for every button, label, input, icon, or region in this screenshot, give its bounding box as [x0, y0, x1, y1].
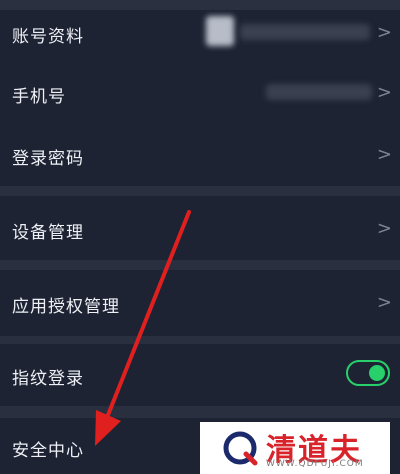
- section-divider: [0, 186, 400, 196]
- row-label: 设备管理: [12, 223, 84, 243]
- section-divider: [0, 260, 400, 270]
- fingerprint-login-toggle[interactable]: [346, 360, 390, 386]
- settings-row-login-password[interactable]: 登录密码 >: [0, 124, 400, 186]
- row-label: 应用授权管理: [12, 297, 120, 317]
- settings-row-device-management[interactable]: 设备管理 >: [0, 196, 400, 260]
- settings-row-app-authorization[interactable]: 应用授权管理 >: [0, 270, 400, 336]
- chevron-right-icon: >: [376, 218, 392, 239]
- watermark-url: WWW.QDFUJI.COM: [266, 459, 364, 469]
- settings-row-fingerprint-login: 指纹登录: [0, 344, 400, 406]
- row-label: 登录密码: [12, 149, 84, 169]
- chevron-right-icon: >: [376, 82, 392, 103]
- chevron-right-icon: >: [376, 292, 392, 313]
- row-label: 安全中心: [12, 441, 84, 461]
- toggle-knob: [369, 365, 385, 381]
- settings-row-phone[interactable]: 手机号 >: [0, 58, 400, 124]
- chevron-right-icon: >: [376, 144, 392, 165]
- chevron-right-icon: >: [376, 22, 392, 43]
- blurred-phone-number: [266, 84, 372, 100]
- section-divider: [0, 406, 400, 418]
- watermark: 清道夫 WWW.QDFUJI.COM: [200, 422, 390, 474]
- top-status-strip: [0, 0, 400, 10]
- blurred-username: [240, 24, 370, 40]
- watermark-logo-icon: [223, 431, 258, 466]
- row-label: 账号资料: [12, 27, 84, 47]
- row-label: 手机号: [12, 87, 66, 107]
- row-label: 指纹登录: [12, 369, 84, 389]
- section-divider: [0, 336, 400, 344]
- avatar: [206, 16, 234, 46]
- settings-row-account-info[interactable]: 账号资料 >: [0, 10, 400, 58]
